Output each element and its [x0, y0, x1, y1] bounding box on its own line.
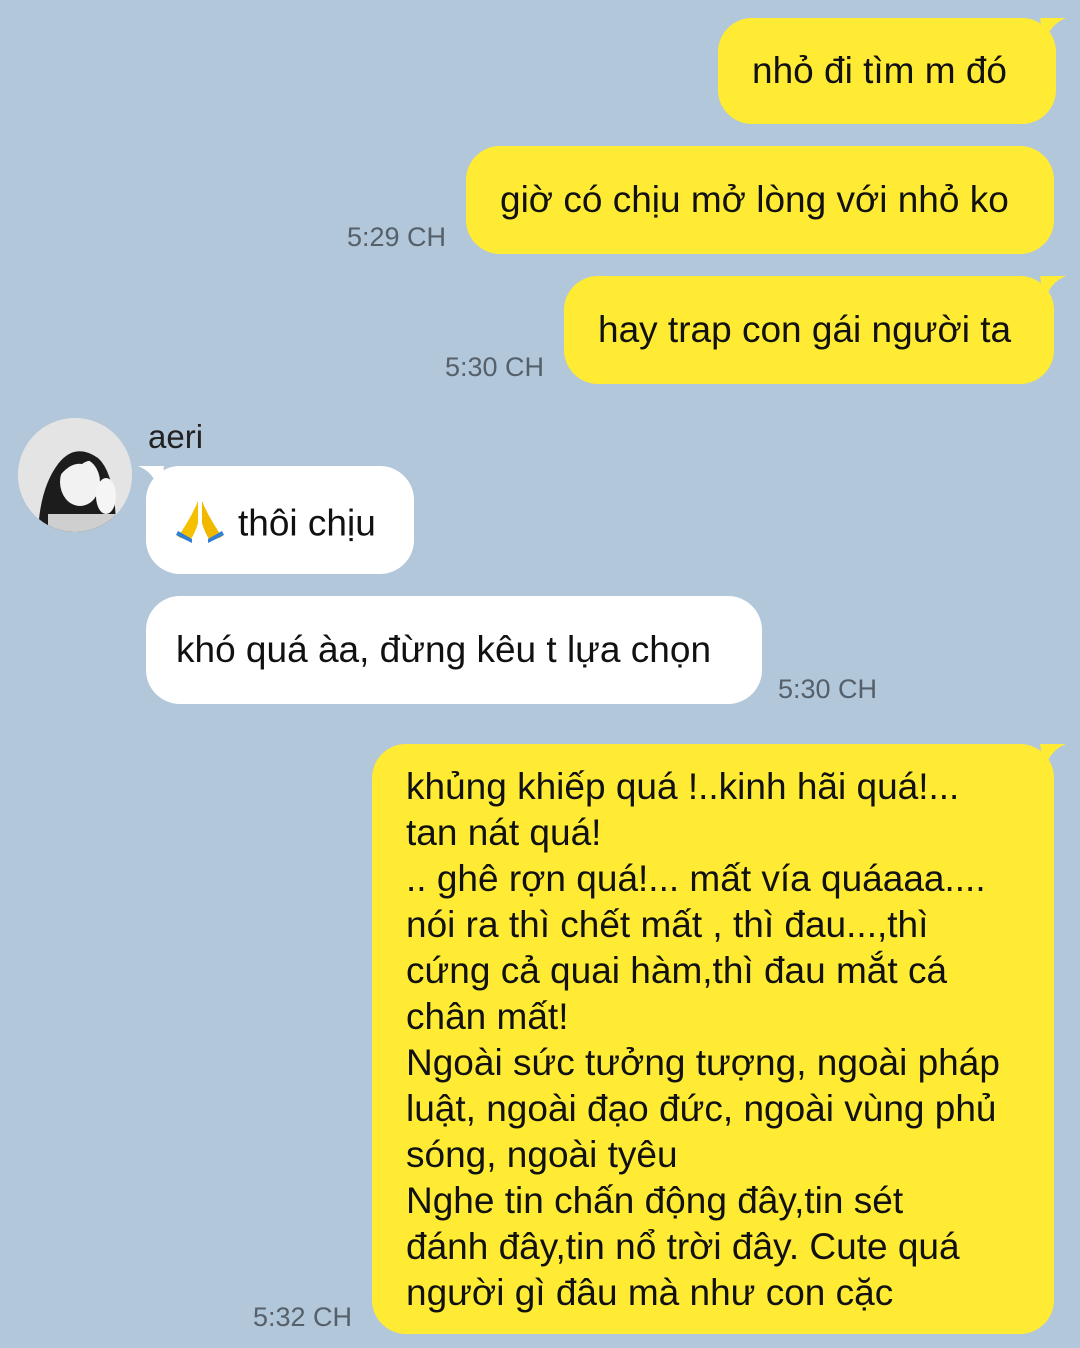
avatar[interactable] [18, 418, 132, 532]
message-text: thôi chịu [238, 502, 376, 544]
bubble-tail [1040, 744, 1066, 770]
message-timestamp: 5:32 CH [253, 1302, 353, 1332]
message-text: giờ có chịu mở lòng với nhỏ ko [500, 179, 1009, 220]
bubble-tail [1040, 276, 1066, 302]
sender-name: aeri [148, 418, 204, 455]
message-bubble-incoming[interactable]: khó quá àa, đừng kêu t lựa chọn [146, 596, 762, 704]
message-text: khủng khiếp quá !..kinh hãi quá!... tan … [406, 766, 1000, 1313]
bubble-tail [1040, 18, 1066, 44]
message-text: hay trap con gái người ta [598, 309, 1012, 350]
message-text: khó quá àa, đừng kêu t lựa chọn [176, 629, 712, 670]
folded-hands-emoji [176, 497, 224, 554]
message-text: nhỏ đi tìm m đó [752, 50, 1008, 91]
message-bubble-outgoing[interactable]: nhỏ đi tìm m đó [718, 18, 1056, 124]
message-bubble-incoming[interactable]: thôi chịu [146, 466, 414, 574]
message-bubble-outgoing[interactable]: khủng khiếp quá !..kinh hãi quá!... tan … [372, 744, 1054, 1334]
message-bubble-outgoing[interactable]: giờ có chịu mở lòng với nhỏ ko [466, 146, 1054, 254]
message-timestamp: 5:30 CH [778, 674, 878, 704]
message-timestamp: 5:29 CH [347, 222, 447, 252]
bubble-tail [138, 466, 164, 492]
message-timestamp: 5:30 CH [445, 352, 545, 382]
message-bubble-outgoing[interactable]: hay trap con gái người ta [564, 276, 1054, 384]
avatar-photo-icon [18, 418, 132, 532]
